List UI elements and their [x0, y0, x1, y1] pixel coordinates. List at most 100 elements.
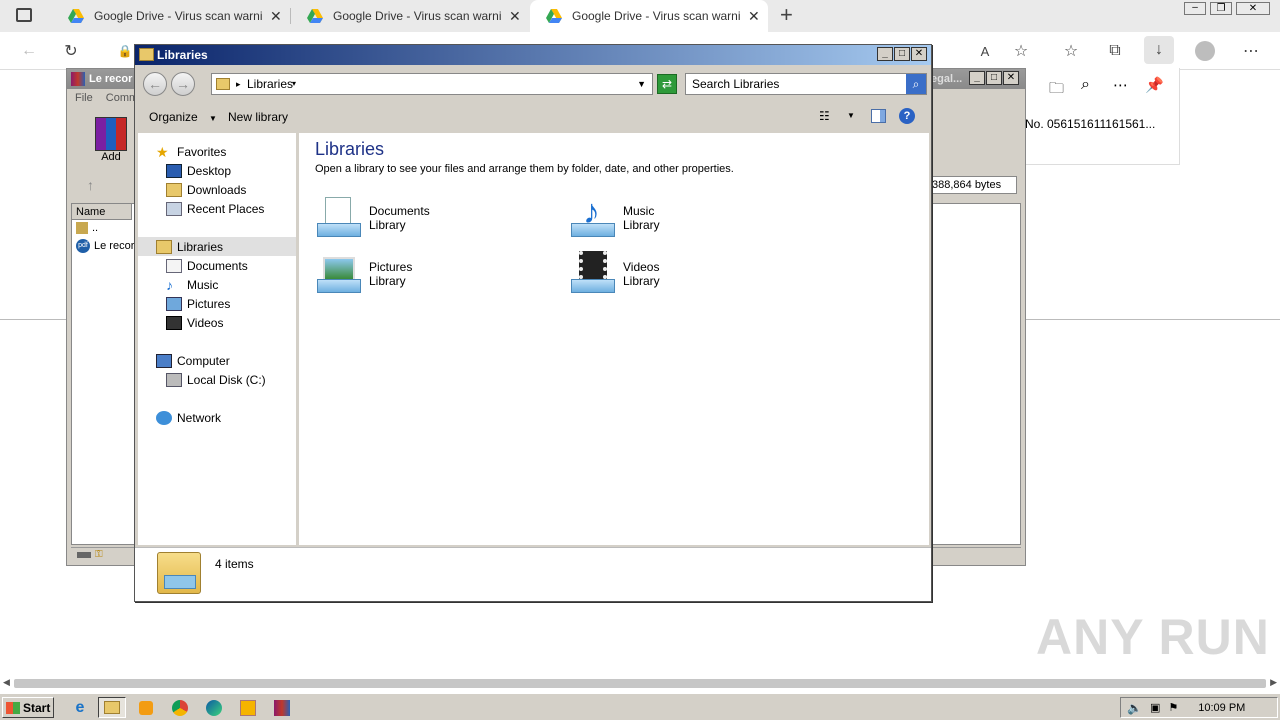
nav-item-computer[interactable]: Computer	[156, 351, 230, 370]
profile-avatar-icon[interactable]	[1194, 40, 1216, 62]
scroll-left-icon[interactable]: ◀	[3, 677, 10, 688]
tab-title: Google Drive - Virus scan warning	[333, 9, 501, 23]
download-item-text[interactable]: No. 056151611161561...	[1025, 117, 1177, 131]
nav-item-libraries[interactable]: Libraries	[138, 237, 296, 256]
restore-icon[interactable]: ❐	[1210, 2, 1232, 15]
minimize-icon[interactable]: –	[1184, 2, 1206, 15]
back-icon[interactable]: ←	[18, 40, 40, 62]
address-bar-row: ← → ▸ Libraries ▾ ▼ ⇄ Search Libraries ⌕	[135, 67, 931, 101]
search-icon[interactable]: ⌕	[906, 74, 926, 94]
close-icon[interactable]: ✕	[911, 47, 927, 61]
close-tab-icon[interactable]: ✕	[270, 8, 282, 25]
explorer-taskbar-icon[interactable]	[98, 697, 126, 718]
winrar-taskbar-icon[interactable]	[268, 697, 296, 718]
refresh-icon[interactable]: ⇄	[657, 74, 677, 94]
address-bar[interactable]: ▸ Libraries ▾ ▼	[211, 73, 653, 95]
back-icon[interactable]: ←	[143, 72, 167, 96]
tab-actions-icon[interactable]	[16, 8, 32, 22]
google-drive-icon	[307, 9, 323, 23]
start-button[interactable]: Start	[2, 697, 54, 718]
downloads-panel: 🗀 ⌕ ⋯ 📌 No. 056151611161561...	[1024, 68, 1180, 165]
minimize-icon[interactable]: _	[877, 47, 893, 61]
browser-tab-3[interactable]: Google Drive - Virus scan warning ✕	[530, 0, 768, 32]
close-window-icon[interactable]: ✕	[1236, 2, 1270, 15]
media-player-icon[interactable]	[132, 697, 160, 718]
recent-places-icon	[166, 201, 182, 216]
taskbar: Start e 🔈 ▣ ⚑ 10:09 PM	[0, 693, 1280, 720]
list-item[interactable]: pdf Le recor	[76, 239, 134, 253]
internet-explorer-icon[interactable]: e	[66, 697, 94, 718]
network-tray-icon[interactable]: ▣	[1150, 701, 1160, 714]
change-view-icon[interactable]: ☷	[819, 109, 830, 123]
library-pictures[interactable]: Pictures Library	[315, 251, 412, 297]
nav-item-recent-places[interactable]: Recent Places	[166, 199, 264, 218]
forward-icon[interactable]: →	[171, 72, 195, 96]
details-pane: 4 items	[135, 547, 931, 601]
maximize-icon[interactable]: □	[986, 71, 1002, 85]
nav-item-desktop[interactable]: Desktop	[166, 161, 231, 180]
nav-item-pictures[interactable]: Pictures	[166, 294, 230, 313]
scroll-right-icon[interactable]: ▶	[1270, 677, 1277, 688]
library-documents[interactable]: Documents Library	[315, 195, 430, 241]
scrollbar-thumb[interactable]	[14, 679, 1266, 688]
more-icon[interactable]: ⋯	[1240, 40, 1262, 62]
explorer-window[interactable]: Libraries _ □ ✕ ← → ▸ Libraries ▾ ▼ ⇄ Se…	[134, 44, 932, 602]
nav-item-videos[interactable]: Videos	[166, 313, 223, 332]
reload-icon[interactable]: ↻	[60, 40, 82, 62]
command-bar: Organize ▼ New library ☷ ▼ ?	[135, 103, 931, 131]
speaker-icon[interactable]: 🔈	[1127, 701, 1142, 715]
add-favorite-icon[interactable]: ☆	[1010, 40, 1032, 62]
new-library-button[interactable]: New library	[228, 110, 288, 124]
search-input[interactable]: Search Libraries ⌕	[685, 73, 927, 95]
up-icon[interactable]: ↑	[87, 177, 94, 193]
archive-size-field[interactable]: 388,864 bytes	[929, 176, 1017, 194]
search-icon[interactable]: ⌕	[1081, 76, 1090, 94]
breadcrumb-dropdown-icon[interactable]: ▾	[292, 74, 296, 94]
nav-item-favorites[interactable]: ★ Favorites	[156, 142, 226, 161]
nav-item-downloads[interactable]: Downloads	[166, 180, 246, 199]
collections-icon[interactable]: ⧉	[1104, 40, 1126, 62]
list-item[interactable]: ..	[76, 222, 98, 234]
close-tab-icon[interactable]: ✕	[509, 8, 521, 25]
flag-icon[interactable]: ⚑	[1168, 701, 1178, 714]
new-tab-button[interactable]: +	[780, 2, 793, 28]
close-tab-icon[interactable]: ✕	[748, 8, 760, 25]
read-aloud-icon[interactable]: A	[974, 40, 996, 62]
horizontal-scrollbar[interactable]: ◀ ▶	[0, 676, 1280, 692]
menu-file[interactable]: File	[75, 92, 93, 104]
minimize-icon[interactable]: _	[969, 71, 985, 85]
documents-icon	[166, 258, 182, 273]
maximize-icon[interactable]: □	[894, 47, 910, 61]
favorites-icon[interactable]: ☆	[1060, 40, 1082, 62]
breadcrumb-chevron-icon[interactable]: ▸	[236, 74, 241, 94]
open-folder-icon[interactable]: 🗀	[1049, 78, 1064, 103]
preview-pane-icon[interactable]	[871, 109, 886, 123]
folder-up-icon	[76, 222, 88, 234]
nav-item-music[interactable]: ♪ Music	[166, 275, 218, 294]
pin-icon[interactable]: 📌	[1145, 76, 1164, 94]
clock[interactable]: 10:09 PM	[1198, 702, 1245, 714]
organize-button[interactable]: Organize ▼	[149, 110, 217, 124]
more-options-icon[interactable]: ⋯	[1113, 76, 1128, 94]
explorer-titlebar[interactable]: Libraries _ □ ✕	[135, 45, 931, 65]
chrome-icon[interactable]	[166, 697, 194, 718]
browser-tab-1[interactable]: Google Drive - Virus scan warning ✕	[52, 0, 288, 32]
nav-item-documents[interactable]: Documents	[166, 256, 248, 275]
nav-item-local-disk[interactable]: Local Disk (C:)	[166, 370, 266, 389]
breadcrumb-libraries[interactable]: Libraries	[247, 74, 293, 94]
page-title: Libraries	[315, 139, 385, 159]
nav-item-network[interactable]: Network	[156, 408, 221, 427]
help-icon[interactable]: ?	[899, 108, 915, 124]
close-icon[interactable]: ✕	[1003, 71, 1019, 85]
library-music[interactable]: ♪ Music Library	[569, 193, 660, 241]
browser-tab-2[interactable]: Google Drive - Virus scan warning ✕	[291, 0, 527, 32]
library-videos[interactable]: Videos Library	[569, 251, 660, 297]
view-options-dropdown-icon[interactable]: ▼	[847, 111, 855, 120]
add-button[interactable]: Add	[91, 117, 131, 163]
pictures-icon	[166, 296, 182, 311]
downloads-icon[interactable]: ↓	[1144, 36, 1174, 64]
edge-icon[interactable]	[200, 697, 228, 718]
outlook-icon[interactable]	[234, 697, 262, 718]
address-history-dropdown-icon[interactable]: ▼	[637, 74, 646, 94]
column-header-name[interactable]: Name	[72, 204, 132, 220]
